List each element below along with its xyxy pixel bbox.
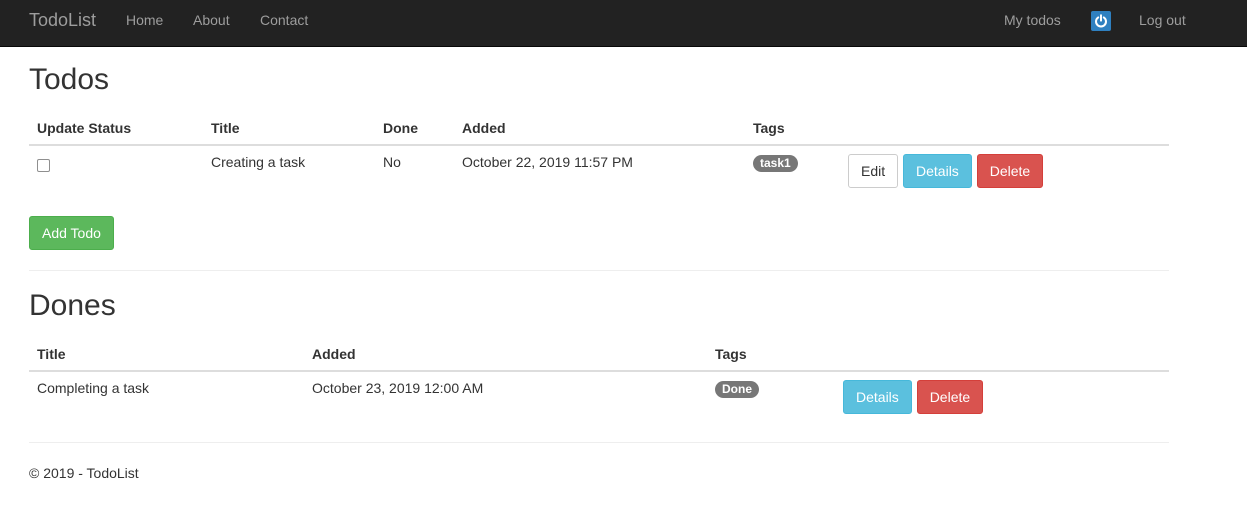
power-icon[interactable] <box>1091 11 1111 31</box>
todo-actions: Edit Details Delete <box>840 145 1169 197</box>
edit-button[interactable]: Edit <box>848 154 899 188</box>
header-title: Title <box>203 112 375 146</box>
table-row: Completing a task October 23, 2019 12:00… <box>29 371 1169 423</box>
footer-text: © 2019 - TodoList <box>29 465 139 481</box>
todos-header-row: Update Status Title Done Added Tags <box>29 112 1169 146</box>
dones-heading: Dones <box>29 289 116 322</box>
header-tags: Tags <box>707 338 835 372</box>
todos-heading: Todos <box>29 63 110 96</box>
todos-table: Update Status Title Done Added Tags Crea… <box>29 112 1169 197</box>
add-todo-button[interactable]: Add Todo <box>29 216 114 250</box>
details-button[interactable]: Details <box>903 154 972 188</box>
header-added: Added <box>304 338 707 372</box>
todo-added: October 22, 2019 11:57 PM <box>462 154 633 170</box>
divider <box>29 442 1169 443</box>
dones-header-row: Title Added Tags <box>29 338 1169 372</box>
dones-table: Title Added Tags Completing a task Octob… <box>29 338 1169 423</box>
header-actions <box>840 112 1169 146</box>
todo-title: Creating a task <box>211 154 306 170</box>
tag-badge: Done <box>715 381 759 398</box>
header-done: Done <box>375 112 454 146</box>
todo-done: No <box>383 154 401 170</box>
header-added: Added <box>454 112 745 146</box>
nav-contact-link[interactable]: Contact <box>260 0 308 46</box>
details-button[interactable]: Details <box>843 380 912 414</box>
header-title: Title <box>29 338 304 372</box>
done-actions: Details Delete <box>835 371 1169 423</box>
nav-my-todos-link[interactable]: My todos <box>1004 0 1061 46</box>
status-checkbox[interactable] <box>37 159 50 172</box>
done-tags: Done <box>707 371 835 423</box>
delete-button[interactable]: Delete <box>916 380 984 414</box>
header-update-status: Update Status <box>29 112 203 146</box>
logout-link[interactable]: Log out <box>1139 0 1186 46</box>
nav-home-link[interactable]: Home <box>126 0 163 46</box>
done-title: Completing a task <box>37 380 150 396</box>
tag-badge: task1 <box>753 155 798 172</box>
table-row: Creating a task No October 22, 2019 11:5… <box>29 145 1169 197</box>
todo-tags: task1 <box>745 145 840 197</box>
header-actions <box>835 338 1169 372</box>
delete-button[interactable]: Delete <box>976 154 1044 188</box>
header-tags: Tags <box>745 112 840 146</box>
nav-about-link[interactable]: About <box>193 0 230 46</box>
navbar: TodoList Home About Contact My todos Log… <box>0 0 1247 47</box>
brand-link[interactable]: TodoList <box>29 0 96 46</box>
divider <box>29 270 1169 271</box>
status-cell <box>29 145 203 197</box>
done-added: October 23, 2019 12:00 AM <box>312 380 484 396</box>
